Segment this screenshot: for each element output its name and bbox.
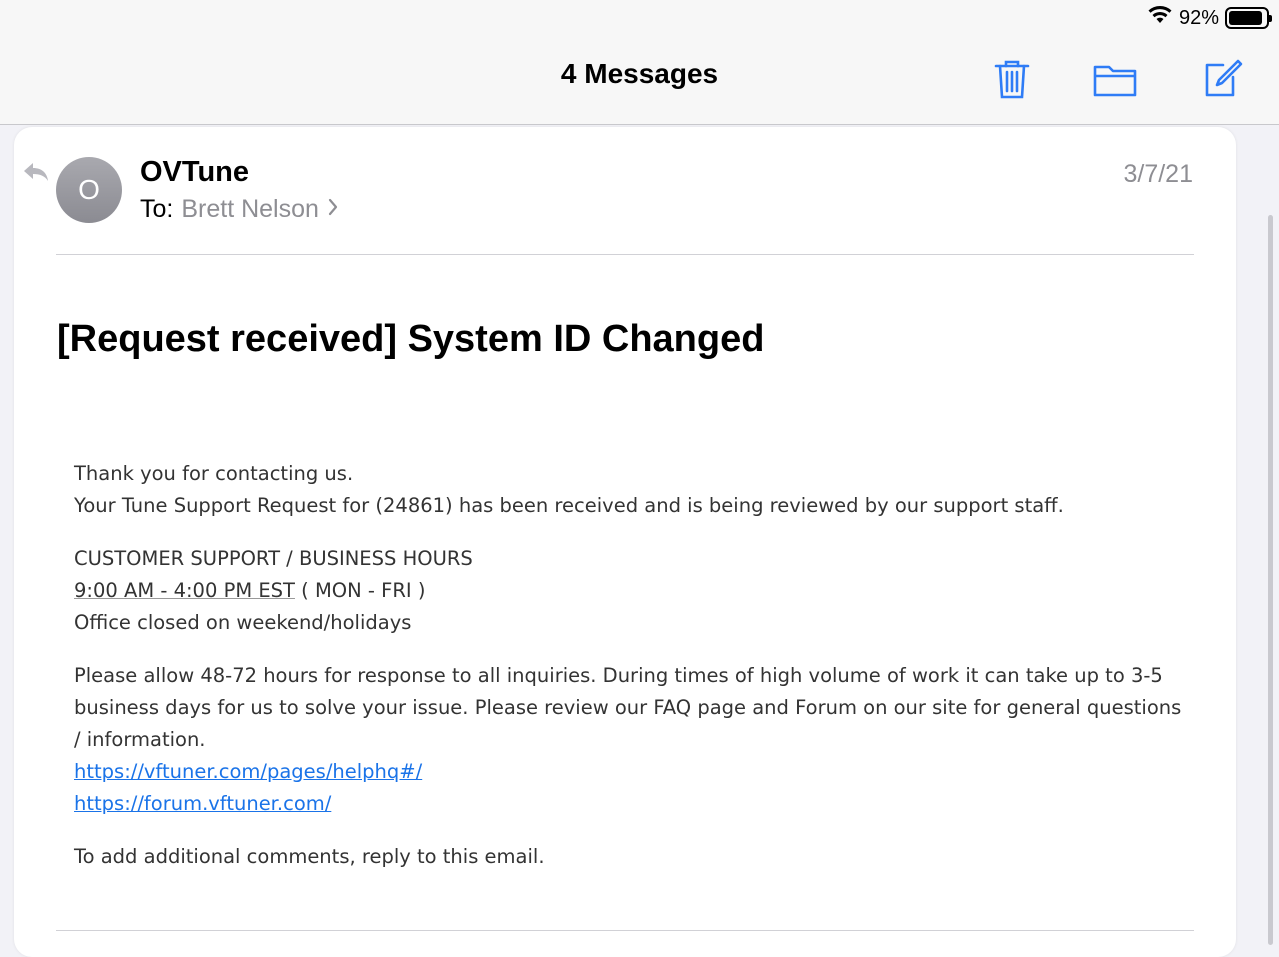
scrollbar[interactable] [1268, 215, 1273, 945]
recipient-line[interactable]: To: Brett Nelson [140, 195, 339, 224]
status-indicators: 92% [1147, 5, 1272, 31]
trash-icon[interactable] [989, 56, 1035, 102]
faq-link[interactable]: https://vftuner.com/pages/helphq#/ [74, 760, 422, 783]
body-text: Office closed on weekend/holidays [74, 611, 412, 634]
info-paragraph: Please allow 48-72 hours for response to… [74, 660, 1184, 820]
closing-paragraph: To add additional comments, reply to thi… [74, 841, 1184, 873]
recipient-name[interactable]: Brett Nelson [181, 195, 319, 224]
battery-icon [1225, 7, 1272, 29]
body-text: CUSTOMER SUPPORT / BUSINESS HOURS [74, 547, 473, 570]
compose-icon[interactable] [1198, 56, 1244, 102]
chevron-right-icon [327, 196, 339, 224]
message-subject: [Request received] System ID Changed [57, 318, 765, 360]
body-text: Please allow 48-72 hours for response to… [74, 664, 1182, 751]
navigation-bar: 4 Messages [0, 36, 1279, 125]
battery-level [1229, 11, 1263, 25]
greeting-paragraph: Thank you for contacting us. Your Tune S… [74, 458, 1184, 522]
body-text: To add additional comments, reply to thi… [74, 845, 545, 868]
to-label: To: [140, 195, 174, 223]
wifi-icon [1147, 5, 1173, 31]
page-title: 4 Messages [560, 58, 719, 89]
body-text: ( MON - FRI ) [294, 579, 426, 602]
message-date: 3/7/21 [1123, 160, 1193, 188]
folder-icon[interactable] [1092, 56, 1138, 102]
sender-name[interactable]: OVTune [140, 156, 249, 189]
battery-percent: 92% [1178, 6, 1219, 29]
business-hours-link[interactable]: 9:00 AM - 4:00 PM EST [74, 579, 295, 602]
header-divider [56, 254, 1194, 255]
forum-link[interactable]: https://forum.vftuner.com/ [74, 792, 331, 815]
avatar[interactable]: O [56, 157, 122, 223]
status-bar: 92% [0, 0, 1279, 36]
body-text: Your Tune Support Request for (24861) ha… [74, 494, 1064, 517]
footer-divider [56, 930, 1194, 931]
hours-paragraph: CUSTOMER SUPPORT / BUSINESS HOURS 9:00 A… [74, 543, 1184, 639]
reply-icon [22, 160, 50, 189]
body-text: Thank you for contacting us. [74, 462, 354, 485]
message-body: Thank you for contacting us. Your Tune S… [74, 458, 1184, 894]
